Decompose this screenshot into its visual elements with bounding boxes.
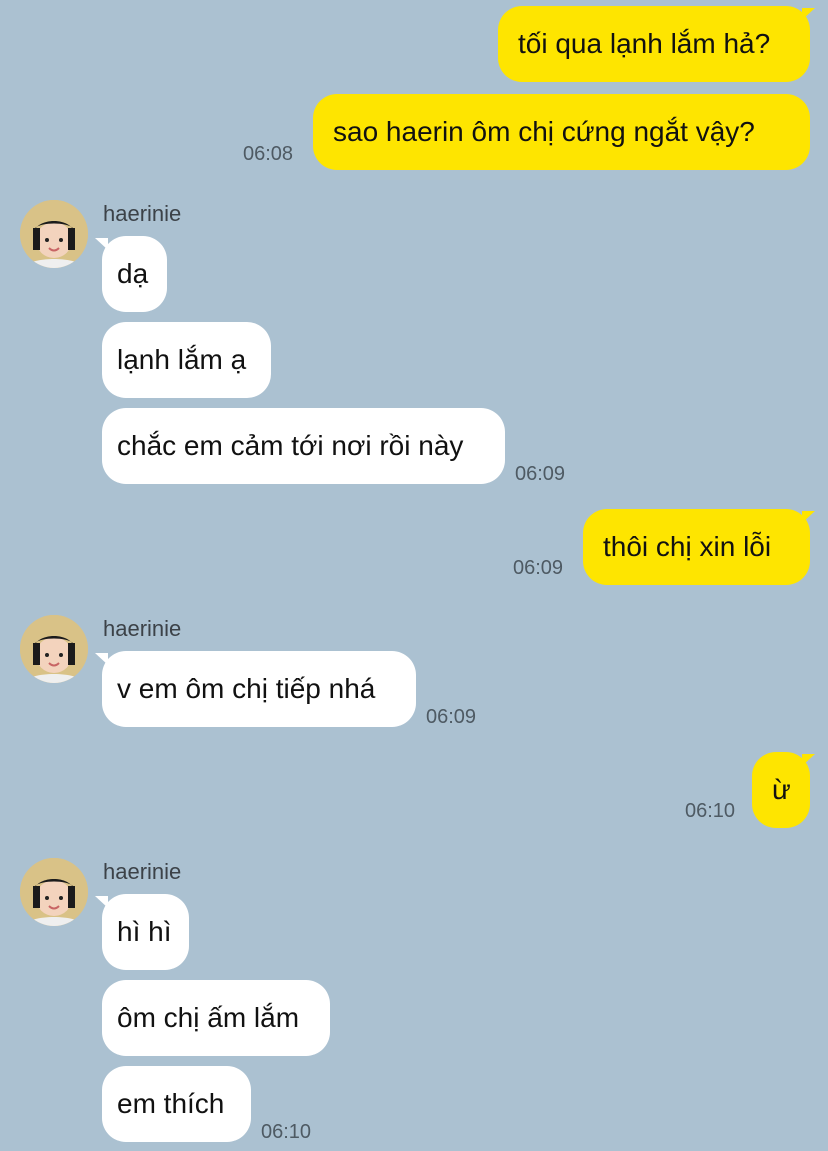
their-message-bubble[interactable]: dạ: [102, 236, 167, 312]
their-message-bubble[interactable]: v em ôm chị tiếp nhá: [102, 651, 416, 727]
message-timestamp: 06:09: [426, 706, 477, 728]
message-text: dạ: [117, 258, 149, 289]
message-timestamp: 06:10: [261, 1121, 312, 1143]
avatar-photo-icon: [20, 615, 88, 683]
message-text: thôi chị xin lỗi: [603, 531, 772, 562]
message-timestamp: 06:09: [515, 463, 566, 485]
their-message-bubble[interactable]: ôm chị ấm lắm: [102, 980, 330, 1056]
their-message-bubble[interactable]: lạnh lắm ạ: [102, 322, 271, 398]
message-text: sao haerin ôm chị cứng ngắt vậy?: [333, 116, 755, 147]
bubble-tail: [802, 511, 815, 523]
sender-name: haerinie: [103, 616, 182, 641]
sender-name: haerinie: [103, 859, 182, 884]
message-text: tối qua lạnh lắm hả?: [518, 28, 771, 59]
my-message-bubble[interactable]: sao haerin ôm chị cứng ngắt vậy?: [313, 94, 810, 170]
their-message-bubble[interactable]: chắc em cảm tới nơi rồi này: [102, 408, 505, 484]
message-timestamp: 06:09: [513, 557, 564, 579]
message-text: v em ôm chị tiếp nhá: [117, 673, 376, 704]
message-timestamp: 06:10: [685, 800, 736, 822]
sender-name: haerinie: [103, 201, 182, 226]
message-text: hì hì: [117, 916, 172, 947]
bubble-tail: [802, 8, 815, 20]
bubble-tail: [95, 653, 108, 665]
avatar-photo-icon: [20, 858, 88, 926]
bubble-tail: [802, 754, 815, 766]
my-message-bubble[interactable]: thôi chị xin lỗi: [583, 509, 810, 585]
message-text: chắc em cảm tới nơi rồi này: [117, 430, 464, 461]
message-text: ừ: [772, 774, 791, 805]
message-text: lạnh lắm ạ: [117, 344, 247, 375]
message-timestamp: 06:08: [243, 143, 294, 165]
contact-avatar[interactable]: [20, 615, 88, 683]
avatar-photo-icon: [20, 200, 88, 268]
contact-avatar[interactable]: [20, 200, 88, 268]
their-message-bubble[interactable]: em thích: [102, 1066, 251, 1142]
contact-avatar[interactable]: [20, 858, 88, 926]
bubble-tail: [95, 896, 108, 908]
their-message-bubble[interactable]: hì hì: [102, 894, 189, 970]
bubble-tail: [95, 238, 108, 250]
message-text: em thích: [117, 1088, 225, 1119]
message-text: ôm chị ấm lắm: [117, 1002, 300, 1033]
my-message-bubble[interactable]: tối qua lạnh lắm hả?: [498, 6, 810, 82]
